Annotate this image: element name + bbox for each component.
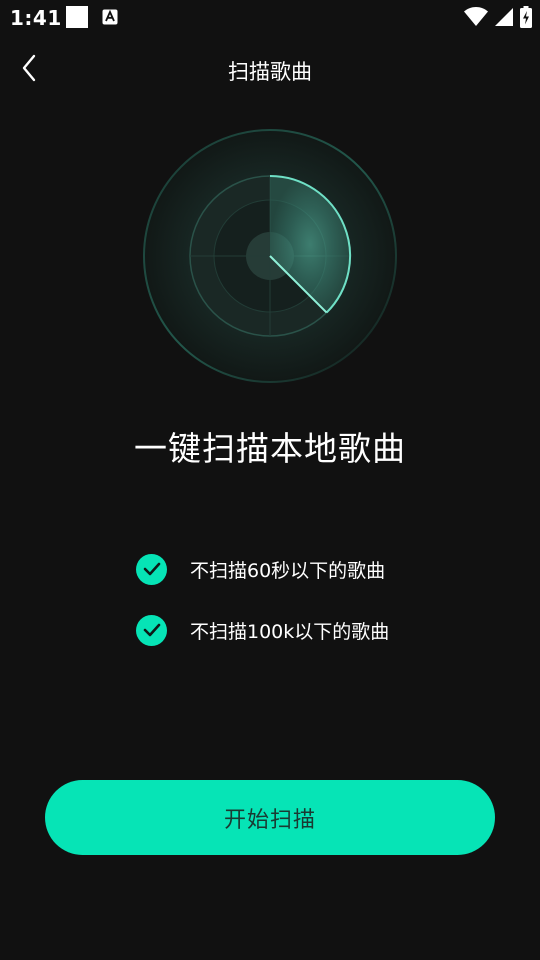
list-item: 不扫描100k以下的歌曲 bbox=[136, 614, 389, 646]
rule-text: 不扫描60秒以下的歌曲 bbox=[190, 559, 386, 582]
status-left-icons bbox=[66, 6, 118, 32]
white-square-icon bbox=[66, 6, 88, 32]
status-time: 1:41 bbox=[10, 6, 62, 30]
status-bar: 1:41 bbox=[0, 0, 540, 36]
signal-icon bbox=[494, 7, 514, 31]
wifi-icon bbox=[464, 7, 488, 31]
status-right-icons bbox=[464, 6, 532, 32]
check-circle-icon bbox=[136, 614, 167, 646]
rule-text: 不扫描100k以下的歌曲 bbox=[190, 620, 390, 643]
start-scan-button[interactable]: 开始扫描 bbox=[45, 780, 495, 855]
app-bar: 扫描歌曲 bbox=[0, 44, 540, 98]
battery-charging-icon bbox=[520, 6, 532, 32]
page-title: 扫描歌曲 bbox=[228, 60, 312, 84]
check-circle-icon bbox=[136, 553, 167, 585]
headline: 一键扫描本地歌曲 bbox=[134, 429, 406, 468]
list-item: 不扫描60秒以下的歌曲 bbox=[136, 553, 385, 585]
a-notification-icon bbox=[102, 9, 118, 29]
radar-scan-icon bbox=[140, 128, 400, 388]
